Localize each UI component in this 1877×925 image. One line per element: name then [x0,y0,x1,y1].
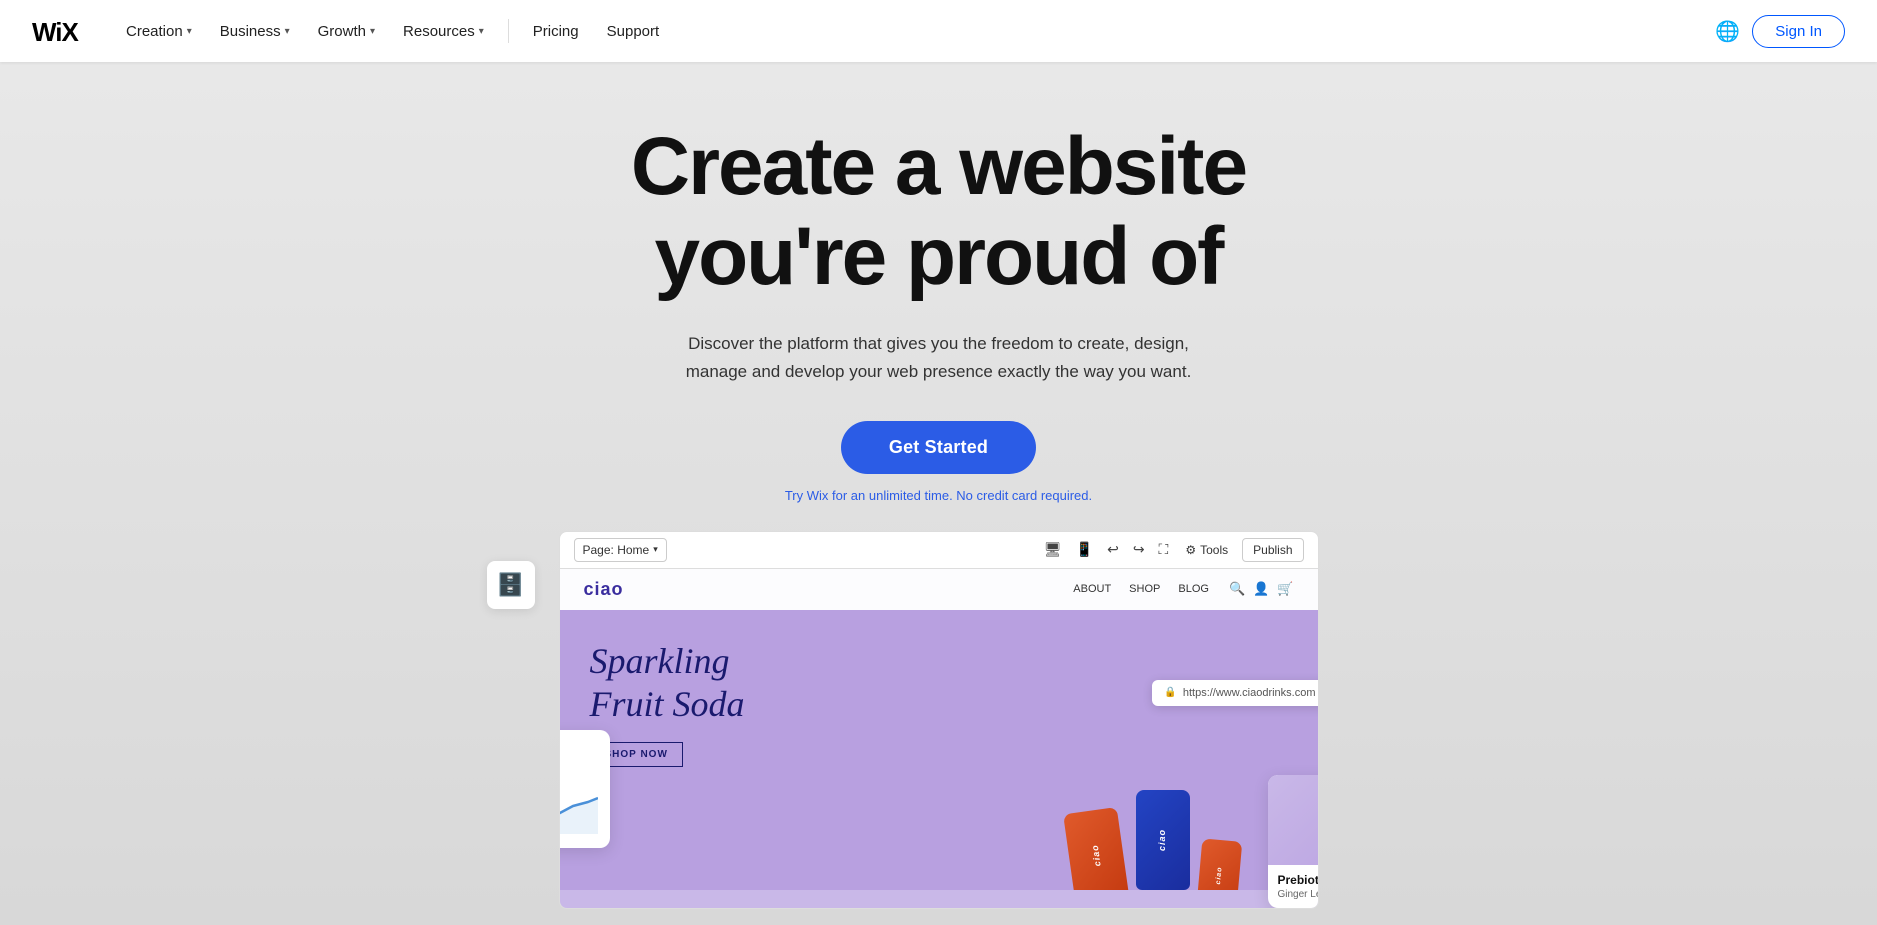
sales-chart [559,794,592,834]
chevron-down-icon: ▾ [187,26,192,37]
ciao-headline: Sparkling Fruit Soda [590,640,810,726]
get-started-button[interactable]: Get Started [841,421,1036,474]
redo-icon[interactable]: ↪ [1130,538,1148,561]
ciao-nav-blog: BLOG [1178,583,1209,595]
nav-divider [508,19,509,43]
can-small: ciao [1196,838,1242,890]
sign-in-button[interactable]: Sign In [1752,15,1845,48]
trial-text: Try Wix for an unlimited time. No credit… [785,488,1092,503]
hero-section: Create a website you're proud of Discove… [0,62,1877,925]
ciao-nav-shop: SHOP [1129,583,1160,595]
chevron-down-icon: ▾ [479,26,484,37]
ciao-nav-icons: 🔍 👤 🛒 [1229,581,1294,597]
page-selector[interactable]: Page: Home ▾ [574,538,667,562]
cans-illustration: ciao ciao ciao [1074,790,1238,890]
sales-card: Sales $212K↑ [559,730,610,848]
product-card: Prebiotic Soda Ginger Lemon Fresh Drink [1268,775,1319,908]
expand-icon[interactable]: ⛶ [1156,538,1172,561]
desktop-icon[interactable]: 🖥 [1041,538,1065,561]
chevron-down-icon: ▾ [285,26,290,37]
cart-icon: 🛒 [1277,581,1293,597]
publish-button[interactable]: Publish [1242,538,1303,562]
nav-item-pricing[interactable]: Pricing [521,15,591,48]
trial-link[interactable]: Try Wix for an unlimited time. No credit… [785,488,1092,503]
can-blue: ciao [1136,790,1190,890]
nav-item-resources[interactable]: Resources ▾ [391,15,496,48]
editor-canvas: ciao ABOUT SHOP BLOG 🔍 👤 🛒 Sparkling [559,569,1319,909]
ciao-hero: Sparkling Fruit Soda SHOP NOW ciao ciao … [560,610,1318,890]
hero-subtitle: Discover the platform that gives you the… [679,330,1199,384]
hero-title: Create a website you're proud of [631,122,1246,302]
nav-right: 🌐 Sign In [1715,15,1845,48]
search-icon: 🔍 [1229,581,1245,597]
chevron-down-icon: ▾ [370,26,375,37]
editor-toolbar: Page: Home ▾ 🖥 📱 ↩ ↪ ⛶ ⚙ Tools Publish [559,531,1319,569]
url-text: https://www.ciaodrinks.com [1183,687,1316,699]
product-card-info: Prebiotic Soda Ginger Lemon Fresh Drink [1268,865,1319,908]
globe-icon[interactable]: 🌐 [1715,19,1740,44]
ciao-text-block: Sparkling Fruit Soda SHOP NOW [590,640,810,767]
nav-items: Creation ▾ Business ▾ Growth ▾ Resources… [114,15,1715,48]
sales-amount: $212K↑ [559,760,592,786]
tools-button[interactable]: ⚙ Tools [1179,540,1234,560]
ciao-nav-links: ABOUT SHOP BLOG [1073,583,1209,595]
ciao-nav-about: ABOUT [1073,583,1111,595]
product-card-image [1268,775,1319,865]
can-orange: ciao [1063,807,1129,890]
url-bar: 🔒 https://www.ciaodrinks.com [1152,680,1317,706]
navbar: WiX Creation ▾ Business ▾ Growth ▾ Resou… [0,0,1877,62]
ciao-site-nav: ciao ABOUT SHOP BLOG 🔍 👤 🛒 [560,569,1318,610]
ciao-logo: ciao [584,579,624,600]
nav-item-business[interactable]: Business ▾ [208,15,302,48]
nav-item-growth[interactable]: Growth ▾ [306,15,387,48]
sales-label: Sales [559,744,592,756]
undo-icon[interactable]: ↩ [1104,538,1122,561]
svg-text:WiX: WiX [32,17,80,45]
nav-item-support[interactable]: Support [595,15,672,48]
database-icon: 🗄️ [487,561,535,609]
nav-item-creation[interactable]: Creation ▾ [114,15,204,48]
product-description: Ginger Lemon Fresh Drink [1278,889,1319,900]
product-name: Prebiotic Soda [1278,873,1319,887]
editor-preview: 🗄️ Page: Home ▾ 🖥 📱 ↩ ↪ ⛶ ⚙ Tools Publis… [559,531,1319,909]
chevron-down-icon: ▾ [653,544,658,555]
user-icon: 👤 [1253,581,1269,597]
mobile-icon[interactable]: 📱 [1073,538,1096,561]
lock-icon: 🔒 [1164,687,1176,698]
wix-logo[interactable]: WiX [32,17,82,45]
tools-icon: ⚙ [1185,543,1196,557]
